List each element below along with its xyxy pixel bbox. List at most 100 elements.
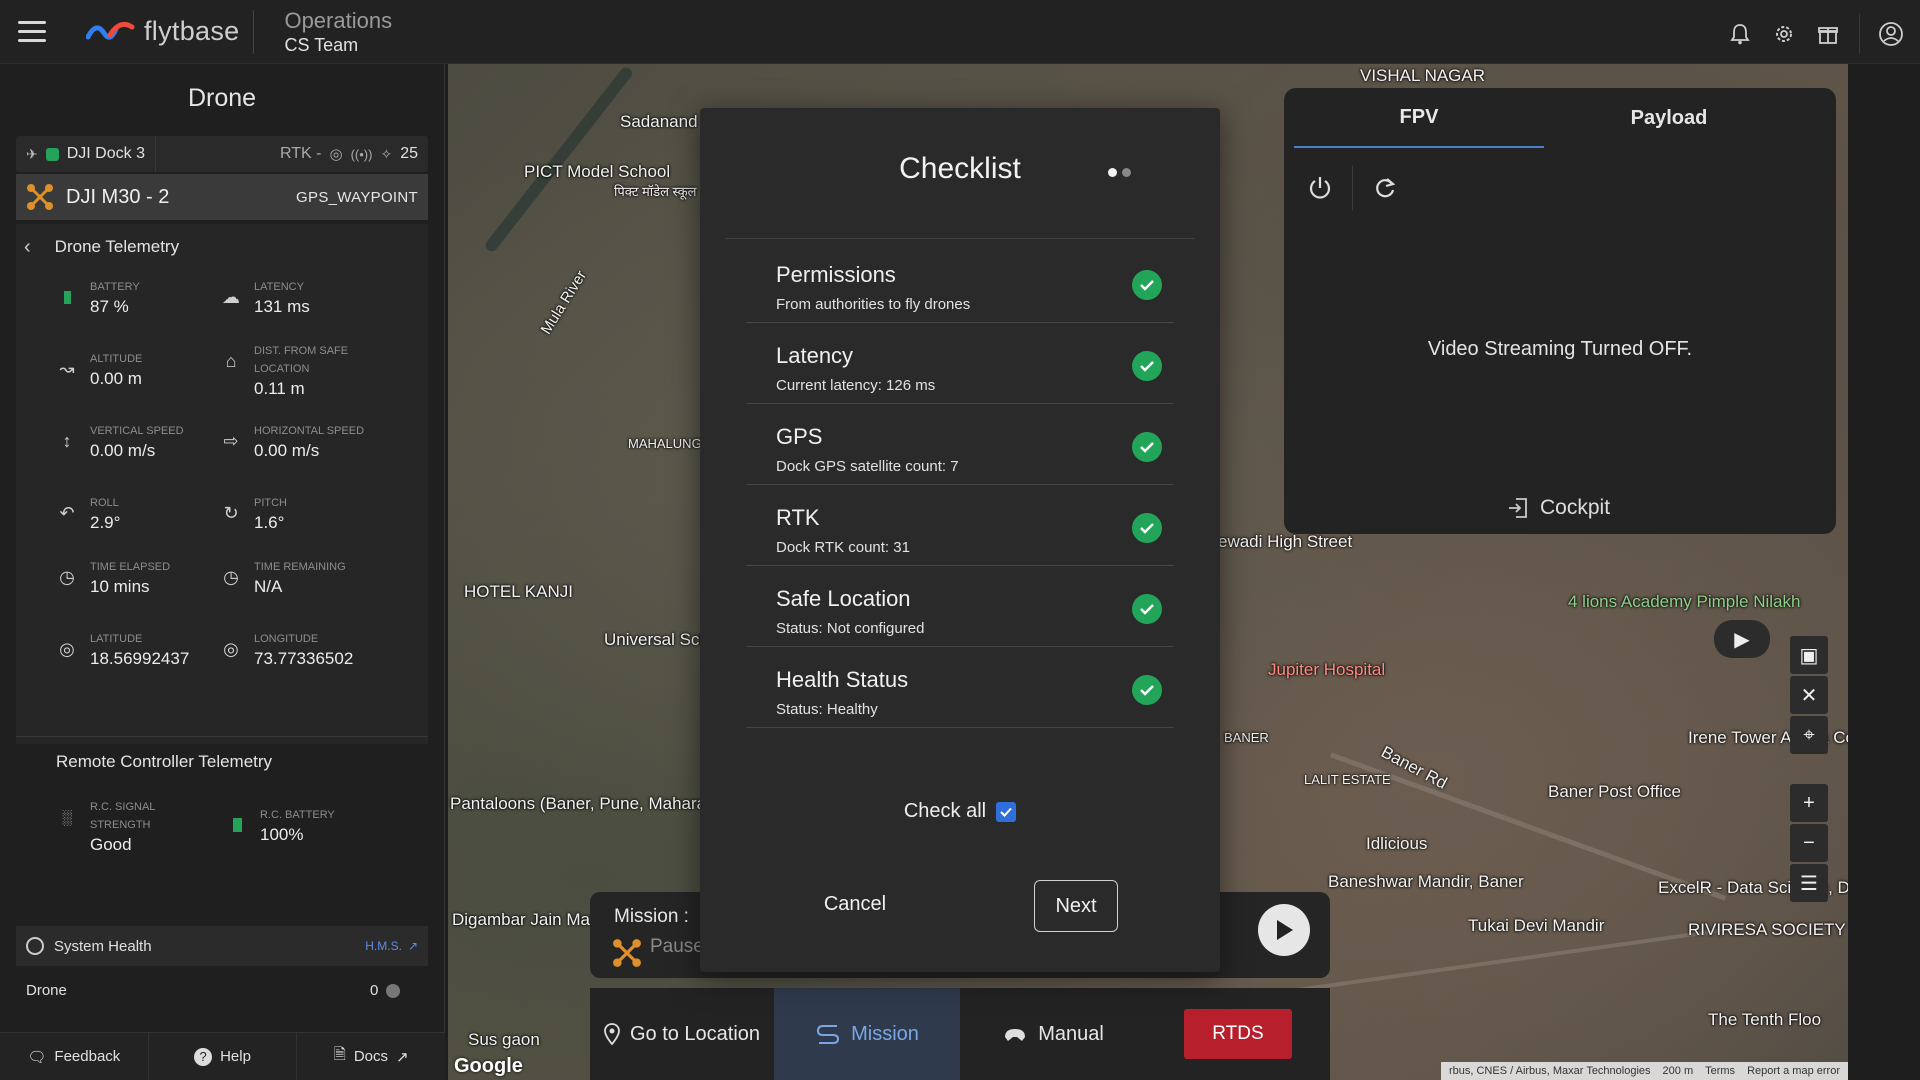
report-link[interactable]: Report a map error [1747, 1065, 1840, 1077]
manual-mode-button[interactable]: Manual [960, 988, 1146, 1080]
map-label: Baner Post Office [1548, 782, 1681, 801]
rtds-button[interactable]: RTDS [1184, 1009, 1292, 1059]
map-label: Sadanand [620, 112, 698, 131]
telemetry-title: Drone Telemetry [54, 237, 180, 256]
feedback-button[interactable]: 🗨 Feedback [0, 1033, 149, 1080]
dock-row[interactable]: ✈ DJI Dock 3 RTK - ◎ ((•)) ✧ 25 [16, 136, 428, 172]
map-label: Baneshwar Mandir, Baner [1328, 872, 1524, 891]
next-button[interactable]: Next [1034, 880, 1118, 932]
drone-row[interactable]: DJI M30 - 2 GPS_WAYPOINT [16, 174, 428, 220]
page-dot-active [1108, 168, 1117, 177]
clock-icon: ◷ [223, 566, 239, 587]
stat-value: 131 ms [254, 297, 310, 316]
power-icon[interactable] [1302, 170, 1338, 206]
map-label: The Tenth Floo [1708, 1010, 1822, 1029]
check-all-label: Check all [903, 800, 987, 822]
latency-stat: ☁ LATENCY 131 ms [220, 278, 310, 318]
camera-icon[interactable]: ▶ [1714, 620, 1770, 658]
brand-name: flytbase [144, 16, 240, 46]
info-icon [386, 983, 401, 998]
dock-status-icon [45, 147, 59, 161]
feedback-icon: 🗨 [27, 1048, 47, 1066]
battery-icon [56, 286, 78, 308]
menu-icon[interactable] [18, 14, 54, 50]
check-all-checkbox[interactable] [996, 801, 1017, 822]
modal-title: Checklist [899, 152, 1021, 185]
go-to-location-button[interactable]: Go to Location [590, 988, 774, 1080]
map-label: ewadi High Street [1218, 532, 1353, 551]
mission-status: Pause [650, 936, 704, 957]
minus-icon[interactable]: − [1790, 824, 1828, 862]
battery-icon [226, 814, 248, 836]
target-icon[interactable]: ⌖ [1790, 716, 1828, 754]
safe-distance-stat: ⌂ DIST. FROM SAFE LOCATION 0.11 m [220, 342, 374, 400]
help-button[interactable]: ? Help [149, 1033, 298, 1080]
tab-payload[interactable]: Payload [1544, 88, 1794, 148]
top-icons [1727, 14, 1904, 54]
manual-mode-label: Manual [1038, 1022, 1104, 1045]
battery-stat: BATTERY 87 % [56, 278, 140, 318]
stat-label: TIME ELAPSED [90, 561, 171, 573]
chevron-left-icon[interactable]: ‹ [24, 236, 31, 259]
bell-icon[interactable] [1727, 21, 1753, 47]
cancel-button[interactable]: Cancel [800, 878, 910, 930]
workspace-info[interactable]: Operations CS Team [284, 8, 392, 56]
altitude-icon: ↝ [59, 358, 75, 379]
check-circle-icon [1132, 513, 1162, 543]
rtk-status: RTK - [280, 145, 322, 162]
terms-link[interactable]: Terms [1705, 1065, 1735, 1077]
time-remaining-stat: ◷ TIME REMAINING N/A [220, 558, 346, 598]
drone-name: DJI M30 - 2 [66, 185, 170, 208]
stat-label: R.C. SIGNAL STRENGTH [90, 801, 155, 831]
play-button[interactable] [1258, 904, 1310, 956]
checklist-modal: Checklist Permissions From authorities t… [700, 108, 1220, 972]
layers-icon[interactable]: ☰ [1790, 864, 1828, 902]
item-title: Permissions [776, 262, 896, 287]
check-circle-icon [1132, 270, 1162, 300]
crosshair-icon[interactable]: ✕ [1790, 676, 1828, 714]
mission-mode-button[interactable]: Mission [774, 988, 960, 1080]
globe-icon: ◎ [59, 638, 75, 659]
divider [1859, 14, 1860, 54]
stat-value: 0.00 m/s [254, 441, 320, 460]
stat-label: ROLL [90, 497, 119, 509]
roll-icon: ↶ [59, 502, 75, 523]
map-label: Sus gaon [468, 1030, 540, 1049]
system-health-title: System Health [54, 937, 152, 955]
docs-button[interactable]: 🗎 Docs ↗ [297, 1033, 445, 1080]
user-icon[interactable] [1878, 21, 1904, 47]
logo[interactable]: flytbase [86, 16, 239, 47]
plus-icon[interactable]: + [1790, 784, 1828, 822]
cockpit-button[interactable]: Cockpit [1506, 496, 1610, 520]
gift-icon[interactable] [1815, 21, 1841, 47]
dock-icon: ✈ [26, 145, 38, 162]
check-circle-icon [1132, 351, 1162, 381]
help-icon: ? [194, 1047, 213, 1066]
checklist-item-latency: Latency Current latency: 126 ms [746, 323, 1174, 404]
play-icon [1277, 920, 1293, 940]
rc-telemetry-title: Remote Controller Telemetry [56, 752, 273, 771]
document-icon: 🗎 [333, 1046, 346, 1063]
refresh-icon[interactable] [1367, 170, 1403, 206]
stat-value: 2.9° [90, 513, 121, 532]
stat-label: R.C. BATTERY [260, 809, 335, 821]
mission-title: Mission : [614, 906, 689, 927]
map-label: Mula River [537, 267, 591, 338]
drone-health-value: 0 [370, 982, 401, 999]
tab-fpv[interactable]: FPV [1294, 88, 1544, 148]
health-icon [26, 937, 44, 955]
stat-value: N/A [254, 577, 283, 596]
item-description: Current latency: 126 ms [776, 377, 936, 394]
system-health-header[interactable]: System Health H.M.S. ↗ [16, 926, 428, 966]
left-panel: Drone ✈ DJI Dock 3 RTK - ◎ ((•)) ✧ 25 DJ… [0, 64, 445, 1080]
cube-icon[interactable]: ▣ [1790, 636, 1828, 674]
check-circle-icon [1132, 594, 1162, 624]
stat-label: HORIZONTAL SPEED [254, 425, 365, 437]
divider [16, 736, 428, 737]
hms-link[interactable]: H.M.S. ↗ [365, 939, 418, 953]
gear-icon[interactable] [1771, 21, 1797, 47]
scale-text: 200 m [1662, 1065, 1694, 1077]
dock-selector[interactable]: ✈ DJI Dock 3 [16, 136, 155, 172]
telemetry-header[interactable]: ‹ Drone Telemetry [16, 224, 428, 270]
horizontal-speed-icon: ⇨ [223, 430, 239, 451]
